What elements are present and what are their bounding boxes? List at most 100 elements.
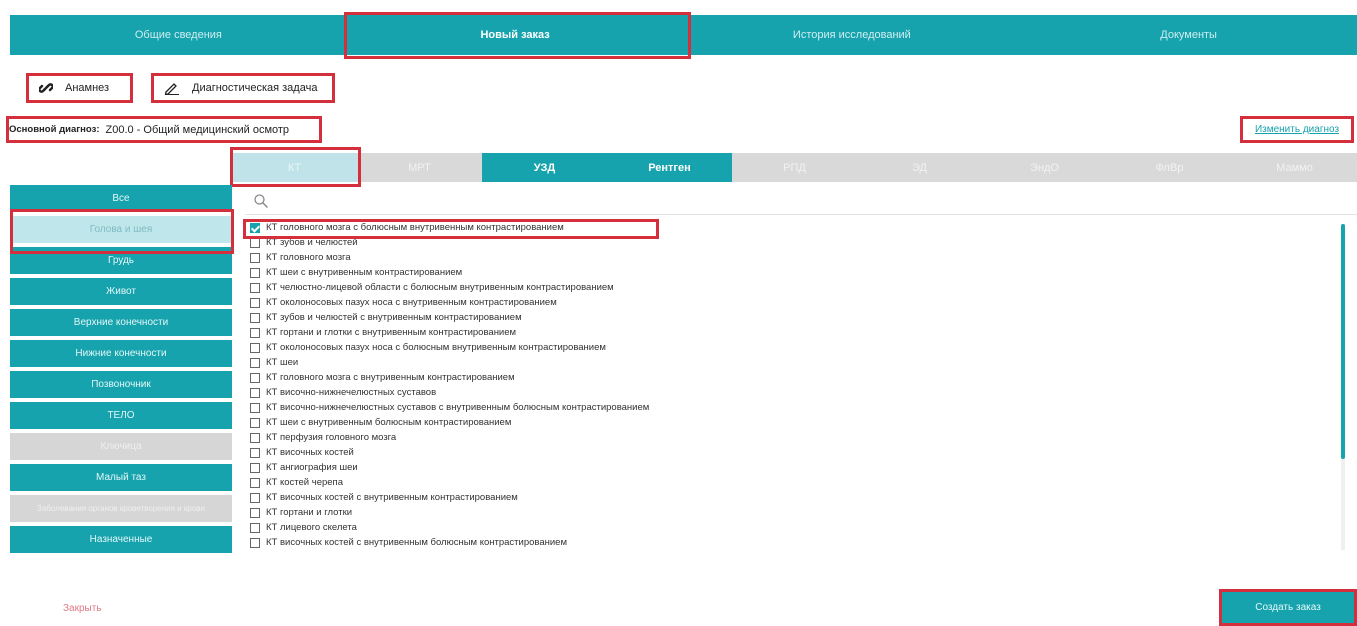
study-item[interactable]: КТ лицевого скелета — [250, 520, 1340, 535]
category-blood-diseases: Заболевания органов кроветворения и кров… — [10, 495, 232, 522]
checkbox[interactable] — [250, 327, 260, 338]
category-pelvis[interactable]: Малый таз — [10, 464, 232, 491]
search-icon[interactable] — [253, 193, 269, 209]
study-label: КТ гортани и глотки с внутривенным контр… — [266, 327, 517, 338]
study-item[interactable]: КТ височно-нижнечелюстных суставов с вну… — [250, 400, 1340, 415]
study-item[interactable]: КТ височно-нижнечелюстных суставов — [250, 385, 1340, 400]
study-label: КТ шеи с внутривенным болюсным контрасти… — [266, 417, 512, 428]
study-item[interactable]: КТ челюстно-лицевой области с болюсным в… — [250, 280, 1340, 295]
create-order-button[interactable]: Создать заказ — [1219, 589, 1357, 626]
study-label: КТ челюстно-лицевой области с болюсным в… — [266, 282, 614, 293]
study-item[interactable]: КТ головного мозга — [250, 250, 1340, 265]
checkbox[interactable] — [250, 342, 260, 353]
category-all[interactable]: Все — [10, 185, 232, 212]
study-item[interactable]: КТ зубов и челюстей — [250, 235, 1340, 250]
category-sidebar: Все Голова и шея Грудь Живот Верхние кон… — [10, 185, 232, 557]
study-item[interactable]: КТ костей черепа — [250, 475, 1340, 490]
modality-tab-uzd[interactable]: УЗД — [482, 153, 607, 182]
study-label: КТ зубов и челюстей — [266, 237, 358, 248]
checkbox-checked[interactable] — [250, 222, 260, 233]
study-label: КТ головного мозга — [266, 252, 351, 263]
category-head-neck[interactable]: Голова и шея — [10, 216, 232, 243]
checkbox[interactable] — [250, 312, 260, 323]
checkbox[interactable] — [250, 522, 260, 533]
study-item[interactable]: КТ гортани и глотки с внутривенным контр… — [250, 325, 1340, 340]
checkbox[interactable] — [250, 492, 260, 503]
modality-tab-kt[interactable]: КТ — [232, 153, 357, 182]
modality-tab-xray[interactable]: Рентген — [607, 153, 732, 182]
tab-new-order[interactable]: Новый заказ — [347, 15, 684, 55]
anamnesis-button[interactable]: Анамнез — [26, 73, 133, 103]
link-icon — [39, 83, 53, 93]
study-item[interactable]: КТ перфузия головного мозга — [250, 430, 1340, 445]
change-diagnosis-link[interactable]: Изменить диагноз — [1240, 116, 1354, 143]
study-item[interactable]: КТ шеи с внутривенным контрастированием — [250, 265, 1340, 280]
checkbox[interactable] — [250, 432, 260, 443]
close-link[interactable]: Закрыть — [63, 603, 102, 614]
study-item[interactable]: КТ околоносовых пазух носа с внутривенны… — [250, 295, 1340, 310]
category-assigned[interactable]: Назначенные — [10, 526, 232, 553]
checkbox[interactable] — [250, 237, 260, 248]
study-item[interactable]: КТ головного мозга с болюсным внутривенн… — [250, 220, 1340, 235]
study-item[interactable]: КТ височных костей с внутривенным контра… — [250, 490, 1340, 505]
modality-tab-endo[interactable]: ЭндО — [982, 153, 1107, 182]
study-list: КТ головного мозга с болюсным внутривенн… — [250, 220, 1340, 552]
pencil-icon — [164, 83, 179, 95]
study-label: КТ шеи с внутривенным контрастированием — [266, 267, 463, 278]
study-item[interactable]: КТ околоносовых пазух носа с болюсным вн… — [250, 340, 1340, 355]
checkbox[interactable] — [250, 447, 260, 458]
checkbox[interactable] — [250, 537, 260, 548]
checkbox[interactable] — [250, 462, 260, 473]
tab-documents[interactable]: Документы — [1020, 15, 1357, 55]
category-chest[interactable]: Грудь — [10, 247, 232, 274]
category-upper-limbs[interactable]: Верхние конечности — [10, 309, 232, 336]
scrollbar-thumb[interactable] — [1341, 224, 1345, 459]
checkbox[interactable] — [250, 402, 260, 413]
study-item[interactable]: КТ шеи — [250, 355, 1340, 370]
modality-tab-flvr[interactable]: ФлВр — [1107, 153, 1232, 182]
checkbox[interactable] — [250, 267, 260, 278]
study-label: КТ височных костей — [266, 447, 354, 458]
modality-tab-ed[interactable]: ЭД — [857, 153, 982, 182]
study-label: КТ лицевого скелета — [266, 522, 357, 533]
study-label: КТ височно-нижнечелюстных суставов с вну… — [266, 402, 650, 413]
anamnesis-label: Анамнез — [65, 82, 110, 94]
study-label: КТ височных костей с внутривенным контра… — [266, 492, 518, 503]
study-item[interactable]: КТ шеи с внутривенным болюсным контрасти… — [250, 415, 1340, 430]
category-abdomen[interactable]: Живот — [10, 278, 232, 305]
checkbox[interactable] — [250, 282, 260, 293]
checkbox[interactable] — [250, 507, 260, 518]
study-label: КТ головного мозга с болюсным внутривенн… — [266, 222, 564, 233]
study-label: КТ шеи — [266, 357, 299, 368]
modality-tab-mammo[interactable]: Маммо — [1232, 153, 1357, 182]
tab-study-history[interactable]: История исследований — [684, 15, 1021, 55]
modality-tab-mrt[interactable]: МРТ — [357, 153, 482, 182]
study-item[interactable]: КТ зубов и челюстей с внутривенным контр… — [250, 310, 1340, 325]
category-lower-limbs[interactable]: Нижние конечности — [10, 340, 232, 367]
study-item[interactable]: КТ головного мозга с внутривенным контра… — [250, 370, 1340, 385]
study-label: КТ костей черепа — [266, 477, 343, 488]
checkbox[interactable] — [250, 372, 260, 383]
main-diagnosis: Основной диагноз: Z00.0 - Общий медицинс… — [6, 116, 322, 143]
checkbox[interactable] — [250, 357, 260, 368]
category-body[interactable]: ТЕЛО — [10, 402, 232, 429]
study-item[interactable]: КТ гортани и глотки — [250, 505, 1340, 520]
checkbox[interactable] — [250, 477, 260, 488]
modality-tab-bar: КТ МРТ УЗД Рентген РПД ЭД ЭндО ФлВр Мамм… — [232, 153, 1357, 182]
study-item[interactable]: КТ ангиография шеи — [250, 460, 1340, 475]
study-item[interactable]: КТ височных костей с внутривенным болюсн… — [250, 535, 1340, 550]
diagnostic-task-button[interactable]: Диагностическая задача — [151, 73, 335, 103]
main-diagnosis-label: Основной диагноз: — [9, 124, 100, 135]
study-label: КТ гортани и глотки — [266, 507, 353, 518]
category-spine[interactable]: Позвоночник — [10, 371, 232, 398]
study-label: КТ зубов и челюстей с внутривенным контр… — [266, 312, 522, 323]
tab-general-info[interactable]: Общие сведения — [10, 15, 347, 55]
modality-tab-rpd[interactable]: РПД — [732, 153, 857, 182]
checkbox[interactable] — [250, 252, 260, 263]
checkbox[interactable] — [250, 387, 260, 398]
main-diagnosis-value: Z00.0 - Общий медицинский осмотр — [105, 123, 290, 136]
checkbox[interactable] — [250, 297, 260, 308]
checkbox[interactable] — [250, 417, 260, 428]
study-item[interactable]: КТ височных костей — [250, 445, 1340, 460]
diagnostic-task-label: Диагностическая задача — [192, 82, 318, 94]
